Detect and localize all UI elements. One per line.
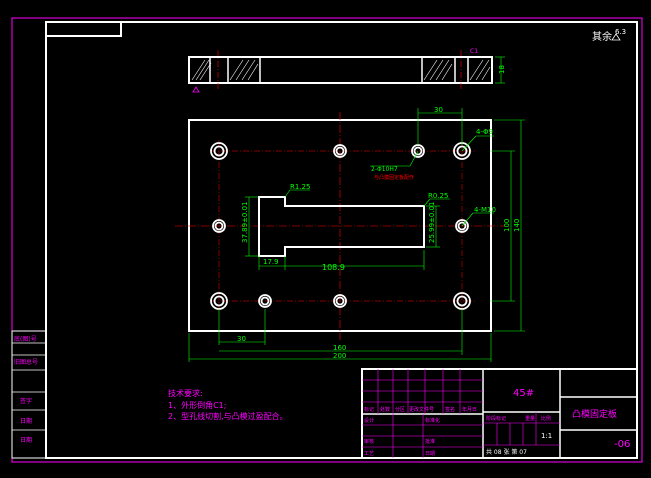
plan-view[interactable]: 30 4-Φ9 2-Φ10H7 与凸模固定板配作 4-M10 R1.25 R0.… bbox=[175, 106, 525, 362]
dim-slot-len: 108.9 bbox=[322, 263, 345, 272]
section-hatching bbox=[191, 59, 491, 81]
dim-pitch-bottom: 30 bbox=[237, 335, 246, 343]
dim-r-left: R1.25 bbox=[290, 183, 310, 191]
left-revision-block: 底(图)号 旧图总号 签字 日期 日期 bbox=[11, 330, 47, 459]
section-datum-icon bbox=[192, 86, 200, 93]
section-outline bbox=[188, 56, 493, 84]
dim-slot-offset: 17.9 bbox=[263, 258, 279, 266]
title-row-label-4: 签名 bbox=[445, 406, 455, 413]
technical-requirements: 技术要求: 1、外形倒角C1; 2、型孔线切割,与凸模过盈配合。 bbox=[168, 388, 288, 421]
section-view[interactable]: 18 C1 bbox=[188, 48, 506, 93]
title-row-label-0: 标记 bbox=[364, 406, 374, 413]
material-value: 45# bbox=[513, 388, 534, 399]
punch-slot bbox=[258, 196, 425, 257]
scale-value: 1:1 bbox=[541, 432, 552, 440]
design-label-2: 审核 bbox=[364, 438, 374, 445]
dim-hole-4-top: 4-Φ9 bbox=[476, 128, 493, 136]
title-row-label-5: 年月日 bbox=[462, 406, 477, 413]
sheet-border bbox=[11, 17, 643, 463]
roughness-label: 其余 bbox=[592, 30, 612, 43]
dim-width-inner: 160 bbox=[333, 344, 346, 352]
dim-height-outer: 140 bbox=[513, 219, 521, 232]
stage-label-2: 比例 bbox=[541, 415, 551, 422]
design-label-1: 标准化 bbox=[425, 417, 440, 424]
stage-label-0: 阶段标记 bbox=[486, 415, 506, 422]
dim-pitch-top: 30 bbox=[434, 106, 443, 114]
code-box bbox=[45, 21, 122, 37]
design-label-5: 日期 bbox=[425, 451, 435, 457]
left-label-0: 底(图)号 bbox=[14, 335, 37, 343]
left-label-2: 签字 bbox=[20, 397, 32, 405]
left-label-4: 日期 bbox=[20, 436, 32, 444]
title-row-label-1: 处数 bbox=[380, 406, 390, 413]
title-row-label-3: 更改文件号 bbox=[409, 406, 434, 413]
stage-label-1: 重量 bbox=[525, 415, 535, 422]
dimension-lines bbox=[188, 108, 525, 362]
sheet-text: 共 08 张 第 07 bbox=[486, 448, 527, 456]
design-label-3: 工艺 bbox=[364, 451, 374, 457]
dim-r-right: R0.25 bbox=[428, 192, 448, 200]
design-label-4: 批准 bbox=[425, 438, 435, 445]
tech-note-2: 2、型孔线切割,与凸模过盈配合。 bbox=[168, 411, 288, 421]
design-label-0: 设计 bbox=[364, 417, 374, 424]
dim-slot-h-right: 25.99±0.01 bbox=[428, 202, 436, 244]
thickness-dim: 18 bbox=[498, 65, 506, 74]
dim-slot-h-left: 37.89±0.01 bbox=[241, 202, 249, 244]
dim-width-outer: 200 bbox=[333, 352, 346, 360]
dim-hole-4-side: 4-M10 bbox=[474, 206, 496, 214]
dim-pin-note: 2-Φ10H7 bbox=[371, 166, 398, 173]
left-label-1: 旧图总号 bbox=[14, 358, 38, 366]
section-chamfer-mark: C1 bbox=[470, 48, 478, 55]
title-block: 标记 处数 分区 更改文件号 签名 年月日 设计 标准化 审核 工艺 批准 日期… bbox=[361, 368, 638, 459]
drawing-number: -06 bbox=[614, 439, 630, 450]
tech-note-1: 1、外形倒角C1; bbox=[168, 400, 226, 410]
drawing-sheet: 其余 6.3 18 C1 30 4-Φ9 2-Φ10H7 与凸模固定板配作 4-… bbox=[11, 17, 643, 463]
dim-pin-note2: 与凸模固定板配作 bbox=[374, 174, 414, 181]
left-label-3: 日期 bbox=[20, 417, 32, 425]
title-row-label-2: 分区 bbox=[395, 406, 405, 413]
tech-notes-title: 技术要求: bbox=[168, 388, 203, 398]
part-name: 凸模固定板 bbox=[572, 408, 617, 420]
dim-height-inner: 100 bbox=[503, 219, 511, 232]
cad-drawing-viewport[interactable]: 其余 6.3 18 C1 30 4-Φ9 2-Φ10H7 与凸模固定板配作 4-… bbox=[0, 0, 651, 474]
inner-frame bbox=[45, 21, 638, 459]
